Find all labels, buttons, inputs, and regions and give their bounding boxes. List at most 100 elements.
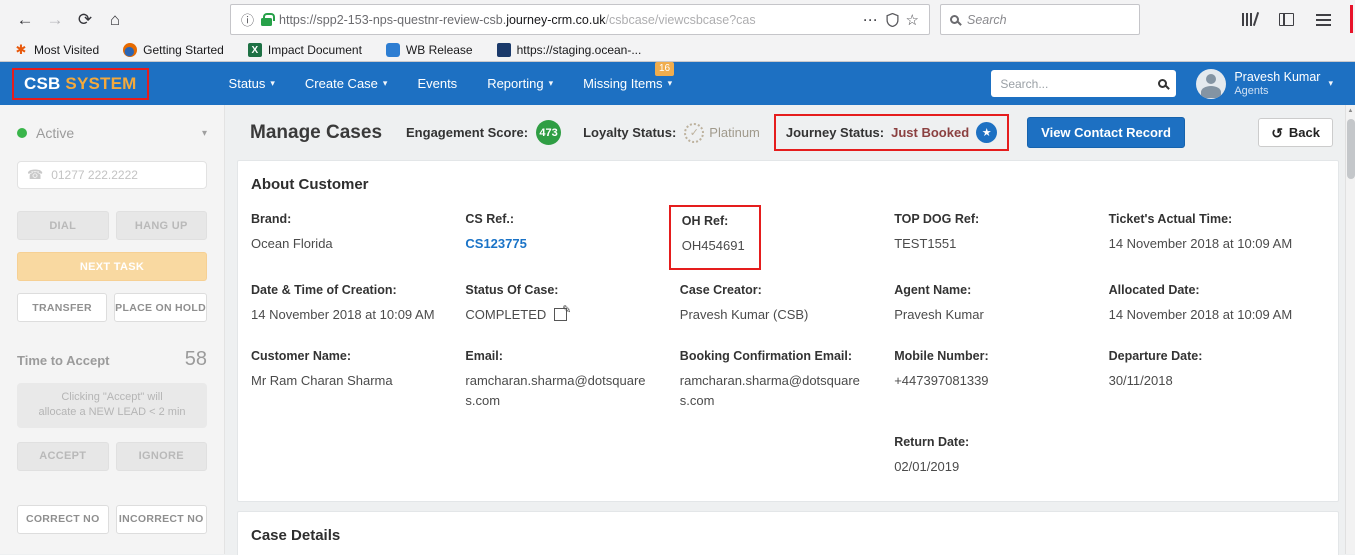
agent-status-dropdown[interactable]: Active ▾: [17, 125, 207, 141]
bookmark-label: Most Visited: [34, 43, 100, 57]
back-circle-icon: ↺: [1271, 124, 1283, 141]
logo-annotation-box: CSB SYSTEM: [12, 67, 149, 100]
field-date-creation: Date & Time of Creation: 14 November 201…: [251, 282, 435, 322]
next-task-button[interactable]: NEXT TASK: [17, 252, 207, 281]
cs-ref-link[interactable]: CS123775: [465, 234, 679, 254]
field-status-of-case: Status Of Case: COMPLETED ✎: [465, 282, 572, 322]
loyalty-value: Platinum: [709, 125, 760, 140]
engagement-score: Engagement Score: 473: [406, 120, 562, 145]
bookmark-wb-release[interactable]: WB Release: [385, 43, 473, 57]
browser-chrome: ← → ⟳ ⌂ ⓘ https://spp2-153-nps-questnr-r…: [0, 0, 1355, 62]
time-to-accept-value: 58: [184, 348, 207, 370]
bookmark-label: WB Release: [405, 43, 473, 57]
field-top-dog-ref: TOP DOG Ref: TEST1551: [894, 212, 980, 251]
screen-edge-marker: [1350, 5, 1353, 33]
field-email: Email: ramcharan.sharma@dotsquares.com: [465, 349, 646, 408]
scrollbar[interactable]: ▲: [1345, 105, 1355, 554]
chevron-down-icon: ▾: [548, 78, 554, 88]
field-brand: Brand: Ocean Florida: [251, 212, 333, 251]
nav-missing-items[interactable]: Missing Items ▾ 16: [583, 62, 675, 91]
view-contact-record-button[interactable]: View Contact Record: [1027, 117, 1185, 148]
phone-number-input[interactable]: [51, 168, 197, 182]
reload-button[interactable]: ⟳: [70, 5, 100, 35]
bookmark-label: https://staging.ocean-...: [516, 43, 642, 57]
browser-search-input[interactable]: [967, 12, 1130, 27]
bookmark-label: Getting Started: [143, 43, 224, 57]
nav-reporting[interactable]: Reporting ▾: [487, 76, 553, 91]
nav-events[interactable]: Events: [417, 76, 457, 91]
accept-note: Clicking "Accept" will allocate a NEW LE…: [17, 383, 207, 428]
url-path: /csbcase/viewcsbcase?cas: [605, 12, 756, 27]
bookmark-getting-started[interactable]: Getting Started: [123, 43, 224, 57]
transfer-button[interactable]: TRANSFER: [17, 293, 108, 322]
field-return-date: Return Date: 02/01/2019: [894, 435, 970, 474]
page-info-icon[interactable]: ⓘ: [241, 10, 254, 29]
scrollbar-thumb[interactable]: [1347, 119, 1355, 179]
page-actions-icon[interactable]: ···: [864, 13, 879, 27]
user-role: Agents: [1234, 85, 1269, 98]
https-lock-icon: [261, 12, 275, 26]
firefox-icon: [123, 43, 138, 57]
journey-star-icon[interactable]: ★: [976, 122, 998, 143]
page-title: Manage Cases: [250, 121, 383, 143]
sidebars-icon[interactable]: [1279, 13, 1294, 26]
phone-number-field[interactable]: ☎: [17, 161, 207, 189]
user-menu[interactable]: Pravesh Kumar Agents ▾: [1196, 68, 1333, 99]
field-cs-ref: CS Ref.: CS123775: [465, 212, 679, 258]
ignore-button[interactable]: IGNORE: [115, 441, 207, 471]
journey-status-value: Just Booked: [891, 125, 970, 140]
place-on-hold-button[interactable]: PLACE ON HOLD: [114, 293, 207, 322]
app-search[interactable]: [991, 70, 1177, 97]
url-bar[interactable]: ⓘ https://spp2-153-nps-questnr-review-cs…: [230, 4, 930, 35]
chevron-down-icon: ▾: [201, 127, 207, 139]
hangup-button[interactable]: HANG UP: [115, 211, 207, 240]
forward-button[interactable]: →: [40, 5, 70, 35]
field-oh-ref: OH Ref: OH454691: [668, 205, 894, 270]
browser-toolbar: ← → ⟳ ⌂ ⓘ https://spp2-153-nps-questnr-r…: [0, 0, 1355, 39]
app-body: Active ▾ ☎ DIAL HANG UP NEXT TASK TRANSF…: [0, 105, 1355, 555]
agent-status-label: Active: [36, 125, 75, 141]
shield-icon[interactable]: [886, 12, 899, 27]
chevron-down-icon: ▾: [667, 78, 673, 88]
case-details-card: Case Details Enquiry Type: Enquiry Natur…: [237, 510, 1339, 555]
call-sidebar: Active ▾ ☎ DIAL HANG UP NEXT TASK TRANSF…: [0, 105, 225, 554]
back-button-page[interactable]: ↺ Back: [1258, 118, 1333, 147]
edit-icon[interactable]: ✎: [554, 304, 571, 321]
bookmark-most-visited[interactable]: ✱ Most Visited: [14, 42, 100, 57]
nav-status[interactable]: Status ▾: [229, 76, 275, 91]
url-text[interactable]: https://spp2-153-nps-questnr-review-csb.…: [279, 13, 857, 27]
main-content: Manage Cases Engagement Score: 473 Loyal…: [225, 105, 1355, 555]
journey-status-annotation-box: Journey Status: Just Booked ★: [773, 114, 1010, 151]
field-booking-confirmation-email: Booking Confirmation Email: ramcharan.sh…: [679, 349, 860, 408]
chevron-down-icon: ▾: [1328, 78, 1333, 88]
bookmark-impact-document[interactable]: X Impact Document: [247, 43, 362, 57]
loyalty-status: Loyalty Status: ✓ Platinum: [583, 122, 760, 143]
library-icon[interactable]: [1242, 13, 1257, 26]
nav-create-case[interactable]: Create Case ▾: [305, 76, 388, 91]
missing-items-badge: 16: [654, 62, 675, 76]
incorrect-no-button[interactable]: INCORRECT NO: [115, 504, 207, 534]
dial-button[interactable]: DIAL: [17, 211, 109, 240]
app-logo[interactable]: CSB SYSTEM: [24, 74, 137, 94]
bookmark-staging-ocean[interactable]: https://staging.ocean-...: [496, 43, 642, 57]
search-icon: [950, 15, 959, 24]
back-button[interactable]: ←: [10, 5, 40, 35]
accept-button[interactable]: ACCEPT: [17, 441, 109, 471]
chevron-down-icon: ▾: [270, 78, 275, 88]
main-nav: Status ▾ Create Case ▾ Events Reporting …: [229, 62, 675, 91]
field-ticket-actual-time: Ticket's Actual Time: 14 November 2018 a…: [1108, 212, 1293, 251]
url-prefix: https://spp2-153-nps-questnr-review-csb.: [279, 12, 507, 27]
active-status-icon: [17, 128, 27, 138]
scrollbar-up-arrow[interactable]: ▲: [1346, 105, 1355, 117]
url-domain: journey-crm.co.uk: [506, 12, 606, 27]
field-case-creator: Case Creator: Pravesh Kumar (CSB): [679, 282, 809, 322]
bookmark-star-icon[interactable]: ☆: [906, 11, 919, 29]
browser-search[interactable]: [940, 4, 1140, 35]
ocean-icon: [496, 43, 511, 57]
search-icon[interactable]: [1158, 79, 1168, 88]
page-header: Manage Cases Engagement Score: 473 Loyal…: [237, 105, 1339, 160]
menu-icon[interactable]: [1316, 18, 1331, 21]
correct-no-button[interactable]: CORRECT NO: [17, 504, 109, 534]
app-search-input[interactable]: [1000, 76, 1153, 91]
home-button[interactable]: ⌂: [100, 5, 130, 35]
